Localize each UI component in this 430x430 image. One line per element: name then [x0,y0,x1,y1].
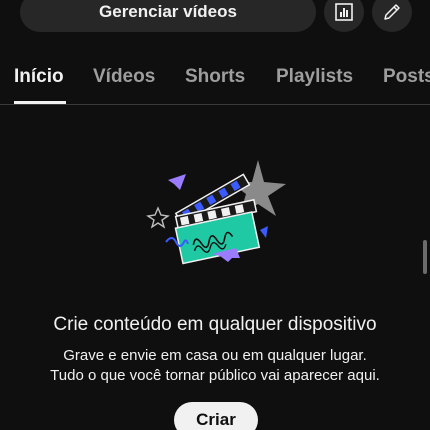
tab-videos[interactable]: Vídeos [93,66,155,88]
empty-state-line-1: Grave e envie em casa ou em qualquer lug… [63,347,367,364]
empty-state-line-2: Tudo o que você tornar público vai apare… [50,367,380,384]
channel-tabs: Início Vídeos Shorts Playlists Posts [0,58,430,105]
clapperboard-icon [146,160,286,265]
empty-state-title: Crie conteúdo em qualquer dispositivo [53,314,377,335]
bar-chart-icon [335,3,353,21]
clapperboard-illustration [140,150,300,270]
create-button[interactable]: Criar [174,402,258,430]
analytics-button[interactable] [324,0,364,32]
scrollbar-thumb[interactable] [423,240,427,274]
active-tab-indicator [14,101,66,104]
pencil-icon [384,4,400,20]
empty-state-description: Grave e envie em casa ou em qualquer lug… [0,346,430,386]
manage-videos-button[interactable]: Gerenciar vídeos [20,0,316,32]
channel-header-actions: Gerenciar vídeos [0,0,430,42]
edit-channel-button[interactable] [372,0,412,32]
tab-playlists[interactable]: Playlists [276,66,353,88]
tab-inicio[interactable]: Início [14,66,64,88]
tab-shorts[interactable]: Shorts [185,66,245,88]
tab-posts[interactable]: Posts [383,66,430,88]
